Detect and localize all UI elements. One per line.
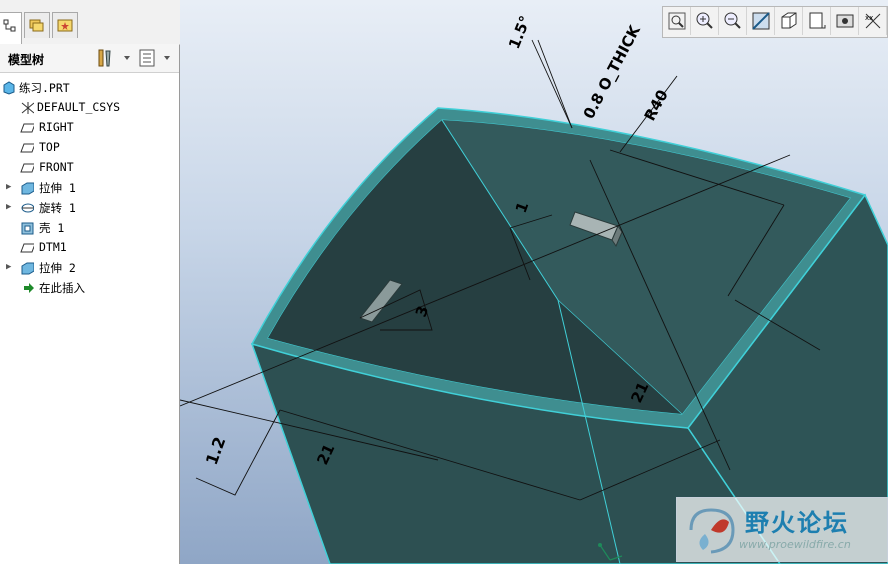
tab-favorites[interactable] — [52, 12, 78, 38]
datum-plane-icon — [20, 243, 34, 253]
navigator-tabs — [0, 0, 180, 45]
tab-model-tree[interactable] — [0, 12, 22, 44]
model-canvas: 1.5° 0.8 O_THICK R40 1 3 1.2 21 21 — [180, 13, 888, 564]
datum-display-icon: xx — [865, 13, 881, 29]
settings-button[interactable] — [96, 48, 132, 68]
show-button[interactable] — [138, 48, 176, 68]
tree-item-extrude-1[interactable]: ▶ 拉伸 1 — [0, 178, 179, 198]
expand-arrow-icon[interactable]: ▶ — [6, 182, 11, 192]
expand-arrow-icon[interactable]: ▶ — [6, 202, 11, 212]
refit-icon — [668, 12, 686, 30]
dimension-thickness[interactable]: 0.8 O_THICK — [580, 21, 645, 122]
model-tree-title: 模型树 — [8, 53, 45, 67]
datum-display-button[interactable]: xx — [859, 7, 887, 35]
tree-item-front[interactable]: FRONT — [0, 158, 179, 178]
tree-item-csys[interactable]: DEFAULT_CSYS — [0, 98, 179, 118]
datum-plane-icon — [20, 143, 34, 153]
watermark-title: 野火论坛 — [745, 509, 849, 537]
part-icon — [3, 81, 15, 95]
display-style-button[interactable] — [831, 7, 859, 35]
orientation-icon — [781, 12, 797, 29]
dimension-one-two[interactable]: 1.2 — [202, 434, 230, 467]
extrude-icon — [21, 182, 34, 195]
tree-item-shell-1[interactable]: 壳 1 — [0, 218, 179, 238]
repaint-button[interactable] — [747, 7, 775, 35]
tree-item-top[interactable]: TOP — [0, 138, 179, 158]
shell-icon — [21, 222, 34, 235]
svg-text:xx: xx — [865, 14, 873, 22]
list-icon — [139, 49, 170, 67]
model-tree-header: 模型树 — [0, 44, 179, 73]
tools-icon — [98, 49, 130, 67]
repaint-icon — [752, 12, 770, 30]
forum-logo — [689, 508, 735, 554]
tree-item-dtm1[interactable]: DTM1 — [0, 238, 179, 258]
tree-item-part[interactable]: 练习.PRT — [0, 78, 179, 98]
zoom-in-icon — [696, 12, 713, 29]
tree-icon — [3, 19, 16, 32]
zoom-out-icon — [724, 12, 741, 29]
forum-watermark: 野火论坛 www.proewildfire.cn — [676, 497, 888, 562]
datum-plane-icon — [20, 163, 34, 173]
expand-arrow-icon[interactable]: ▶ — [6, 262, 11, 272]
saved-views-button[interactable] — [803, 7, 831, 35]
tree-item-revolve-1[interactable]: ▶ 旋转 1 — [0, 198, 179, 218]
refit-button[interactable] — [663, 7, 691, 35]
insert-here-icon — [24, 283, 34, 293]
tree-item-extrude-2[interactable]: ▶ 拉伸 2 — [0, 258, 179, 278]
favorites-icon — [57, 19, 73, 32]
model-tree-panel: 模型树 练习.PRT DEFAULT_CSYS RIGHT TOP FRONT … — [0, 0, 180, 564]
orientation-button[interactable] — [775, 7, 803, 35]
watermark-url: www.proewildfire.cn — [739, 538, 851, 551]
graphics-viewport[interactable]: 1.5° 0.8 O_THICK R40 1 3 1.2 21 21 xx 野火… — [180, 0, 888, 564]
zoom-in-button[interactable] — [691, 7, 719, 35]
saved-views-icon — [809, 12, 826, 29]
extrude-icon — [21, 262, 34, 275]
tree-item-insert-here[interactable]: 在此插入 — [0, 278, 179, 298]
csys-icon — [21, 102, 34, 114]
tree-item-right[interactable]: RIGHT — [0, 118, 179, 138]
display-style-icon — [836, 14, 854, 28]
revolve-icon — [21, 203, 34, 213]
view-toolbar: xx — [662, 6, 888, 38]
folder-icon — [29, 19, 44, 32]
dimension-angle[interactable]: 1.5° — [505, 13, 534, 51]
dimension-radius[interactable]: R40 — [641, 87, 672, 124]
datum-plane-icon — [20, 123, 34, 133]
tab-folder-browser[interactable] — [24, 12, 50, 38]
zoom-out-button[interactable] — [719, 7, 747, 35]
